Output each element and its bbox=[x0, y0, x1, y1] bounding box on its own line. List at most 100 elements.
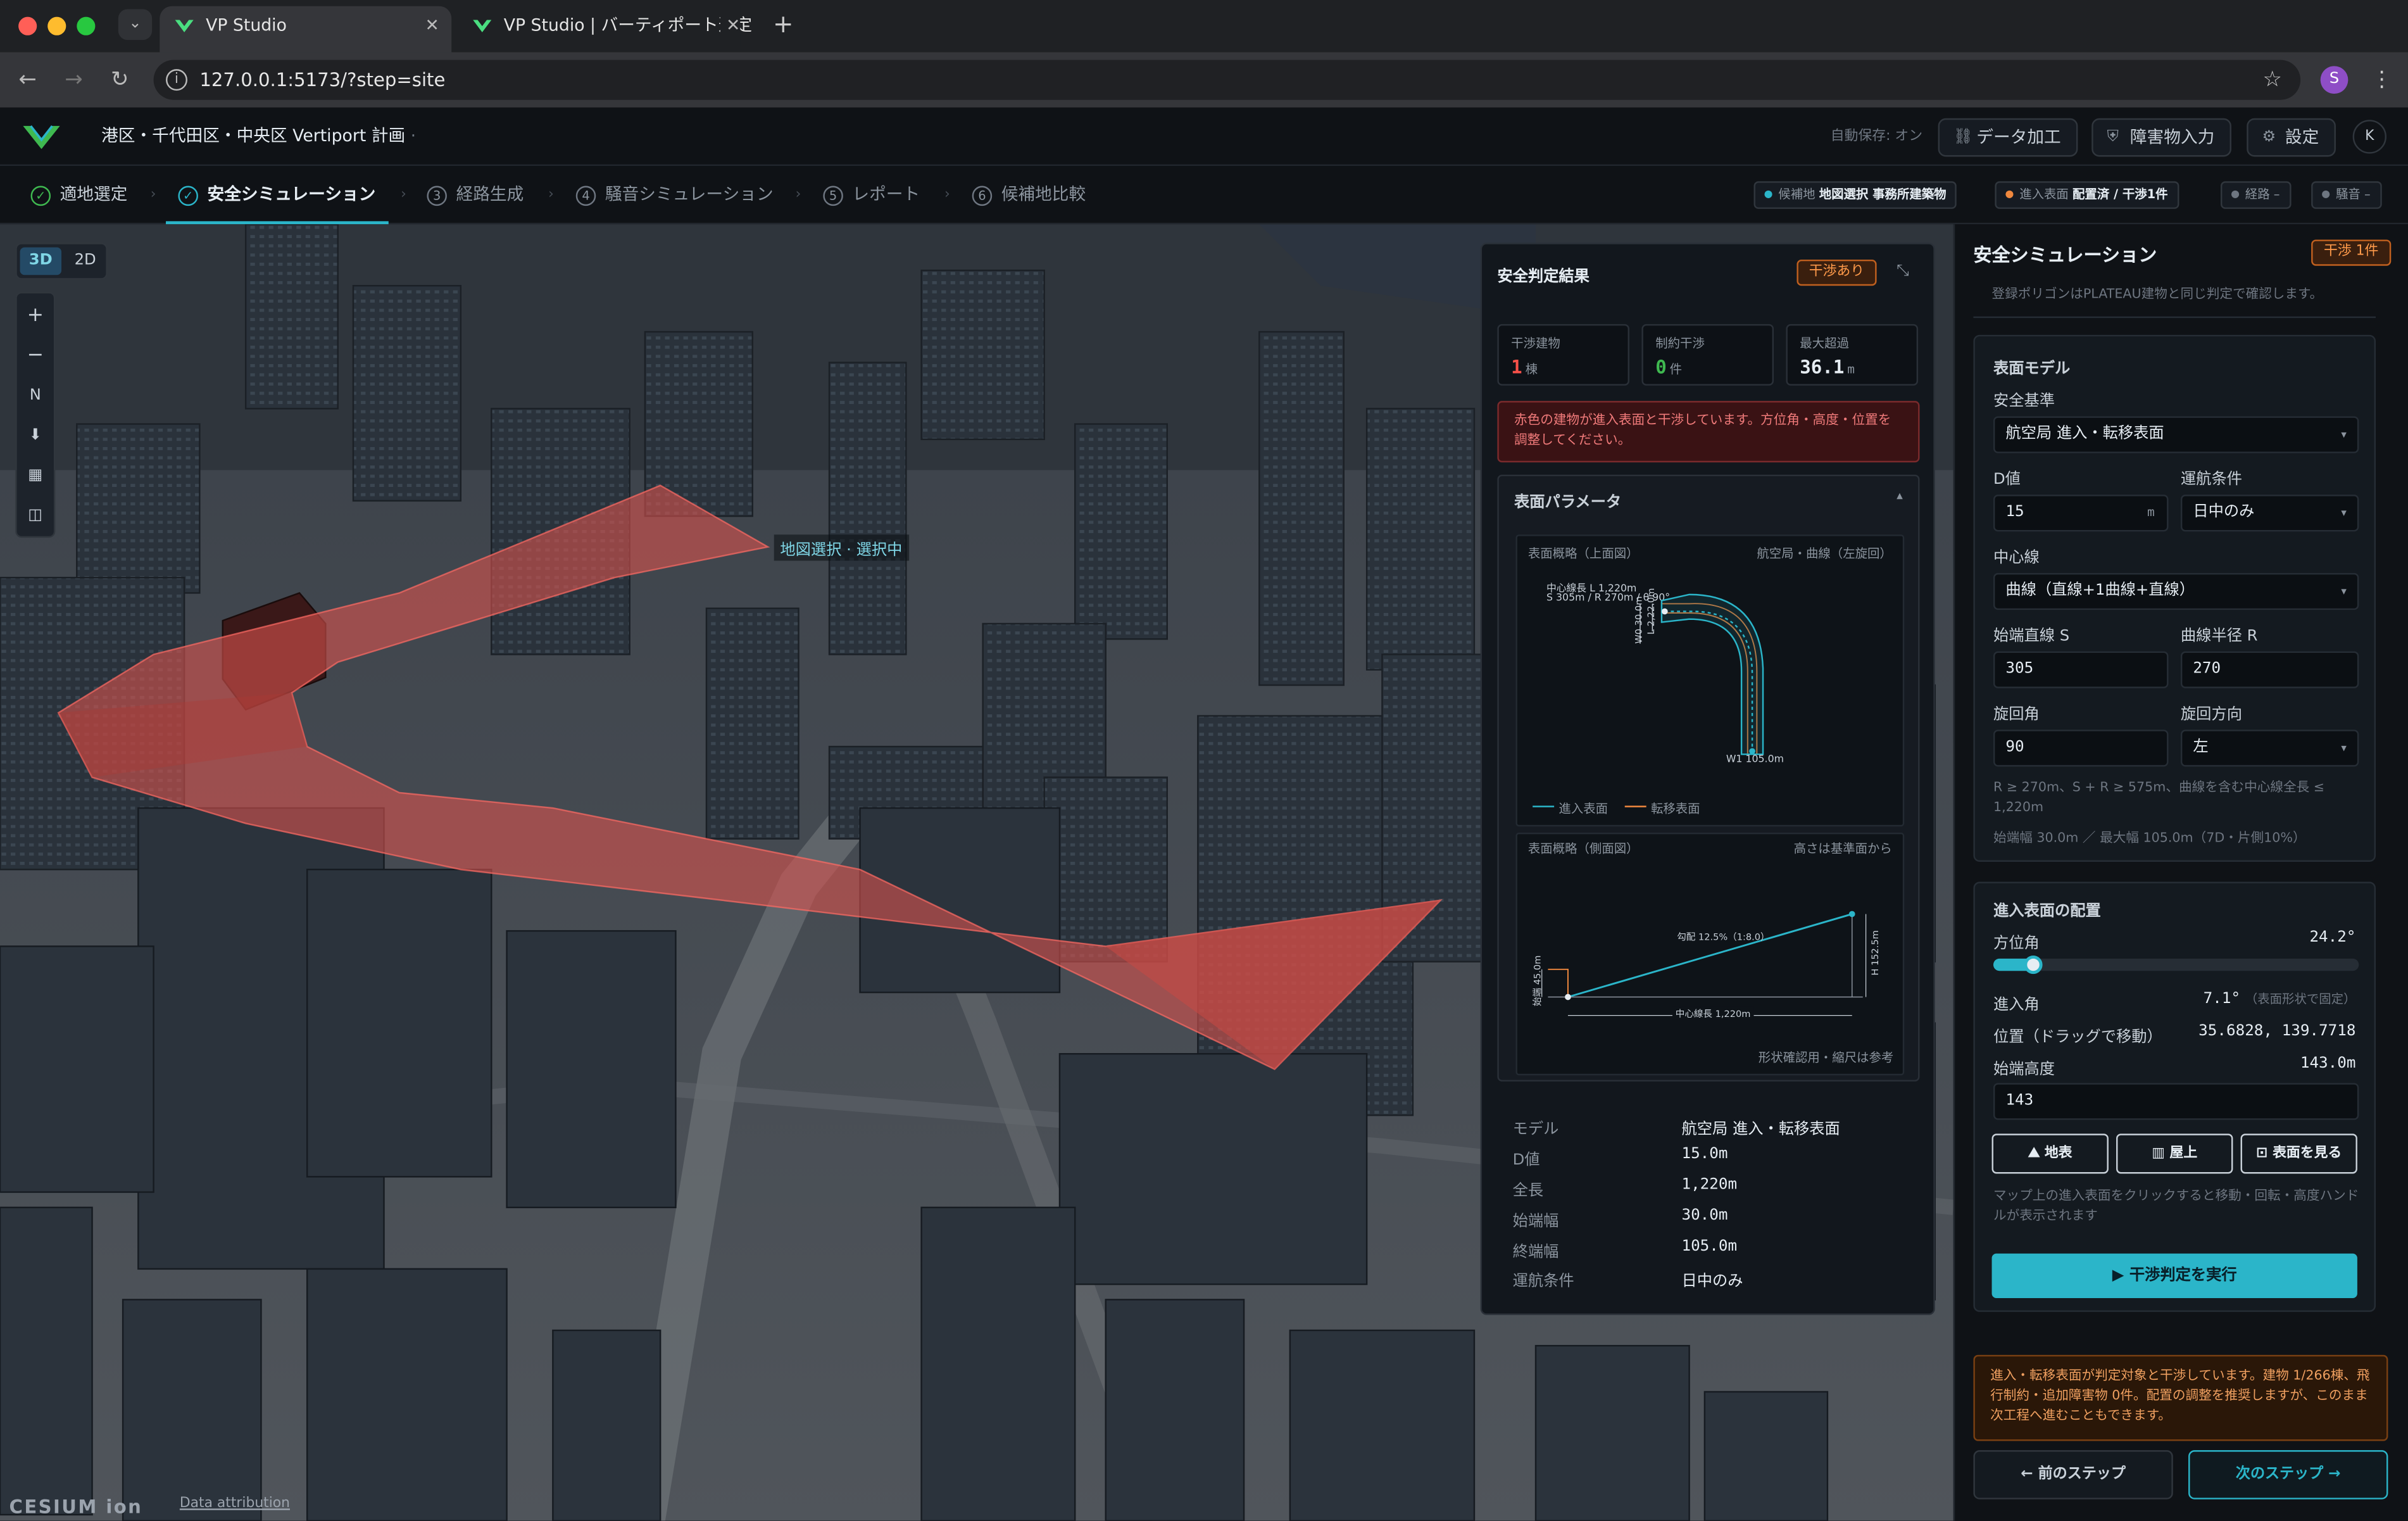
step-route-generation[interactable]: 3 経路生成 bbox=[427, 166, 524, 224]
section-title: 進入表面の配置 bbox=[1993, 903, 2101, 921]
detail-key: モデル bbox=[1512, 1121, 1559, 1139]
address-bar[interactable]: i 127.0.0.1:5173/?step=site ☆ bbox=[153, 60, 2301, 100]
safety-simulation-panel: 安全シミュレーション 干渉 1件 登録ポリゴンはPLATEAU建物と同じ判定で確… bbox=[1953, 224, 2408, 1521]
data-processing-button[interactable]: ⛓ データ加工 bbox=[1938, 118, 2078, 157]
check-circle-icon: ✓ bbox=[178, 185, 198, 205]
close-tab-icon[interactable]: ✕ bbox=[425, 6, 439, 46]
step-noise-simulation[interactable]: 4 騒音シミュレーション bbox=[575, 166, 774, 224]
zoom-window-button[interactable] bbox=[77, 16, 96, 35]
tab-title: VP Studio | バーティポート選定 bbox=[503, 15, 753, 35]
detail-key: 全長 bbox=[1512, 1183, 1544, 1200]
status-chip-approach-surface[interactable]: 進入表面 配置済 / 干渉1件 bbox=[1995, 181, 2179, 209]
safety-standard-label: 安全基準 bbox=[1993, 393, 2055, 410]
zoom-out-button[interactable]: − bbox=[17, 339, 54, 373]
browser-tab[interactable]: VP Studio | バーティポート選定 ✕ bbox=[458, 6, 753, 53]
interference-warning: 進入・転移表面が判定対象と干渉しています。建物 1/266棟、飛行制約・追加障害… bbox=[1973, 1354, 2388, 1441]
status-chip-route[interactable]: 経路 – bbox=[2220, 181, 2291, 209]
approach-angle-note: （表面形状で固定） bbox=[2245, 992, 2356, 1007]
detail-value: 航空局 進入・転移表面 bbox=[1681, 1121, 1840, 1139]
approach-placement-section: 進入表面の配置 方位角 24.2° 進入角 7.1° （表面形状で固定） 位置（… bbox=[1973, 881, 2376, 1312]
new-tab-button[interactable]: + bbox=[768, 9, 799, 41]
close-window-button[interactable] bbox=[18, 16, 37, 35]
minimize-window-button[interactable] bbox=[47, 16, 66, 35]
curve-radius-input[interactable]: 270 bbox=[2180, 651, 2359, 688]
azimuth-slider[interactable] bbox=[1993, 955, 2359, 975]
data-attribution-link[interactable]: Data attribution bbox=[180, 1496, 290, 1512]
step-site-selection[interactable]: ✓ 適地選定 bbox=[30, 166, 127, 224]
status-dot bbox=[2322, 190, 2330, 198]
view-2d-button[interactable]: 2D bbox=[65, 248, 106, 275]
step-candidate-comparison[interactable]: 6 候補地比較 bbox=[972, 166, 1086, 224]
north-up-button[interactable]: N bbox=[17, 379, 54, 413]
surface-parameters-section: 表面パラメータ ▴ 表面概略（上面図） 航空局・曲線（左旋回） 中心線長 L 1… bbox=[1497, 474, 1920, 1082]
azimuth-slider-thumb[interactable] bbox=[2024, 955, 2043, 975]
app-logo[interactable] bbox=[22, 123, 61, 151]
obstacle-input-button[interactable]: ⛨ 障害物入力 bbox=[2091, 118, 2231, 157]
start-altitude-label: 始端高度 bbox=[1993, 1061, 2055, 1079]
length-label: L 2,22.0m bbox=[1646, 588, 1657, 634]
settings-button[interactable]: ⚙ 設定 bbox=[2247, 118, 2336, 157]
map-toolbar: + − N ⬇ ▦ ◫ bbox=[15, 291, 56, 538]
turn-direction-select[interactable]: 左 ▾ bbox=[2180, 729, 2359, 767]
safety-standard-select[interactable]: 航空局 進入・転移表面 ▾ bbox=[1993, 416, 2359, 453]
status-dot bbox=[2231, 190, 2240, 198]
close-tab-icon[interactable]: ✕ bbox=[720, 6, 741, 46]
detail-key: 終端幅 bbox=[1512, 1244, 1559, 1261]
site-info-icon[interactable]: i bbox=[166, 69, 187, 91]
detail-value: 30.0m bbox=[1681, 1207, 1728, 1225]
vp-studio-favicon bbox=[175, 20, 194, 32]
chevron-up-icon[interactable]: ▴ bbox=[1897, 488, 1903, 502]
turn-angle-label: 旋回角 bbox=[1993, 706, 2040, 724]
cesium-logo[interactable]: CESIUM ion bbox=[9, 1496, 143, 1518]
reload-icon[interactable]: ↻ bbox=[104, 65, 135, 96]
profile-length-label: 中心線長 1,220m bbox=[1672, 1006, 1754, 1020]
run-interference-check-button[interactable]: ▶ 干渉判定を実行 bbox=[1991, 1253, 2357, 1298]
approach-angle-label: 進入角 bbox=[1993, 997, 2040, 1014]
section-title[interactable]: 表面パラメータ bbox=[1514, 488, 1621, 512]
view-surface-button[interactable]: ⊡ 表面を見る bbox=[2240, 1133, 2357, 1174]
layers-icon[interactable]: ▦ bbox=[17, 459, 54, 493]
step-report[interactable]: 5 レポート bbox=[823, 166, 920, 224]
rooftop-button[interactable]: ▥ 屋上 bbox=[2116, 1133, 2233, 1174]
browser-tab-active[interactable]: VP Studio ✕ bbox=[160, 6, 452, 53]
start-straight-label: 始端直線 S bbox=[1993, 628, 2070, 645]
position-label: 位置（ドラッグで移動） bbox=[1993, 1029, 2162, 1047]
step-navigation: ✓ 適地選定 › ✓ 安全シミュレーション › 3 経路生成 › 4 騒音シミュレーショ… bbox=[0, 166, 2408, 225]
step-separator: › bbox=[150, 187, 156, 203]
profile-avatar[interactable]: S bbox=[2320, 66, 2348, 94]
tab-title: VP Studio bbox=[206, 15, 287, 35]
view-mode-toggle: 3D 2D bbox=[15, 243, 108, 280]
end-width-label: W1 105.0m bbox=[1726, 752, 1784, 766]
collapse-icon[interactable]: ⤡ bbox=[1897, 263, 1909, 280]
browser-menu-icon[interactable]: ⋮ bbox=[2371, 65, 2393, 96]
building-icon: ▥ bbox=[2152, 1145, 2165, 1162]
ground-button[interactable]: ⛰ 地表 bbox=[1991, 1133, 2109, 1174]
start-straight-input[interactable]: 305 bbox=[1993, 651, 2169, 688]
project-title[interactable]: 港区・千代田区・中央区 Vertiport 計画 · bbox=[101, 108, 416, 166]
zoom-in-button[interactable]: + bbox=[17, 300, 54, 333]
bookmark-star-icon[interactable]: ☆ bbox=[2263, 60, 2282, 100]
d-value-input[interactable]: 15 m bbox=[1993, 495, 2169, 532]
download-icon[interactable]: ⬇ bbox=[17, 419, 54, 453]
split-view-icon[interactable]: ◫ bbox=[17, 499, 54, 533]
next-step-button[interactable]: 次のステップ → bbox=[2188, 1450, 2388, 1499]
tab-list-dropdown[interactable]: ⌄ bbox=[118, 9, 153, 41]
status-chip-noise[interactable]: 騒音 – bbox=[2311, 181, 2381, 209]
centerline-select[interactable]: 曲線（直線+1曲線+直線） ▾ bbox=[1993, 572, 2359, 610]
status-chip-candidate[interactable]: 候補地 地図選択 事務所建築物 bbox=[1753, 181, 1957, 209]
back-icon[interactable]: ← bbox=[12, 65, 43, 96]
turn-angle-input[interactable]: 90 bbox=[1993, 729, 2169, 767]
interference-badge: 干渉あり bbox=[1797, 259, 1877, 286]
operation-condition-label: 運航条件 bbox=[2180, 471, 2242, 489]
gear-icon: ⚙ bbox=[2262, 129, 2276, 146]
user-avatar[interactable]: K bbox=[2352, 120, 2387, 154]
plan-view-diagram: 表面概略（上面図） 航空局・曲線（左旋回） 中心線長 L 1,220m S 30… bbox=[1515, 534, 1905, 827]
operation-condition-select[interactable]: 日中のみ ▾ bbox=[2180, 495, 2359, 532]
step-safety-simulation[interactable]: ✓ 安全シミュレーション bbox=[166, 166, 388, 225]
forward-icon[interactable]: → bbox=[58, 65, 89, 96]
curve-radius-label: 曲線半径 R bbox=[2180, 628, 2258, 645]
start-altitude-input[interactable]: 143 bbox=[1993, 1083, 2359, 1120]
previous-step-button[interactable]: ← 前のステップ bbox=[1973, 1450, 2173, 1499]
view-3d-button[interactable]: 3D bbox=[20, 247, 62, 275]
detail-key: 始端幅 bbox=[1512, 1213, 1559, 1231]
